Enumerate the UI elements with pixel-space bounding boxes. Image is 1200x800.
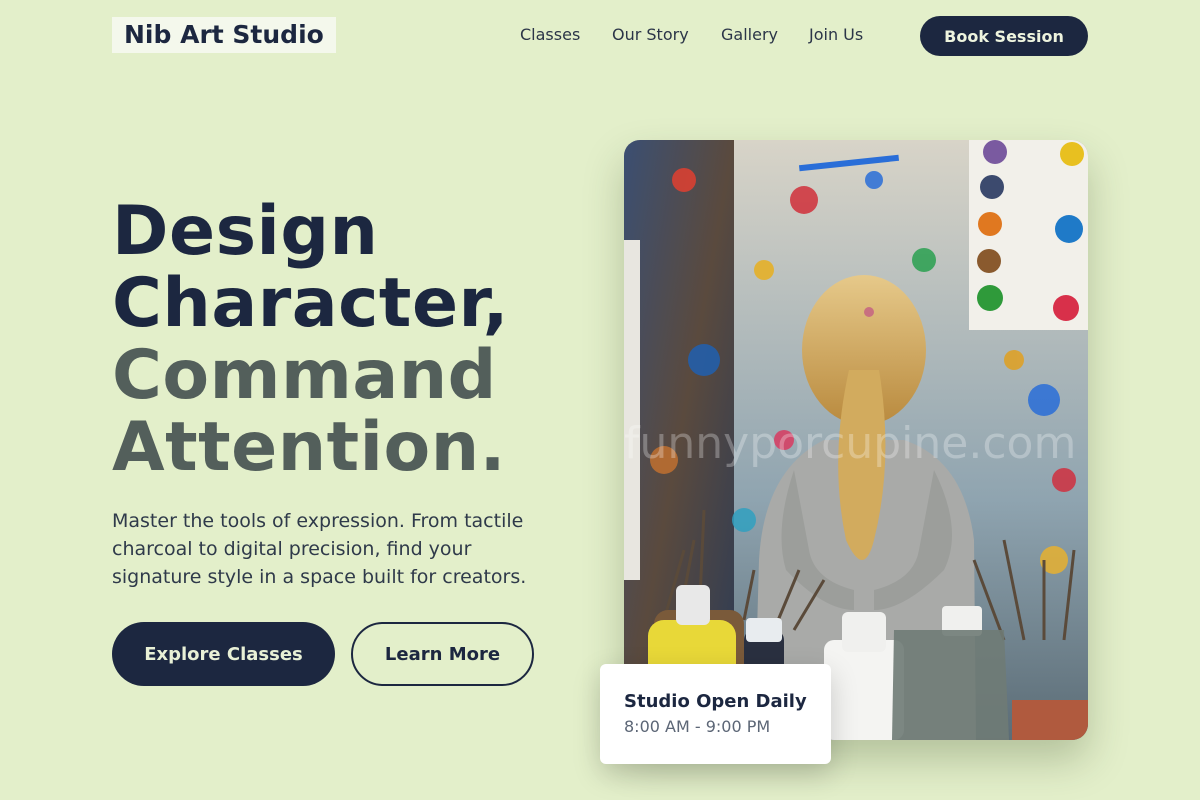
explore-classes-button[interactable]: Explore Classes xyxy=(112,622,335,686)
brand-logo[interactable]: Nib Art Studio xyxy=(112,17,336,53)
painting-studio-illustration: funnyporcupine.com xyxy=(624,140,1088,740)
hours-card-title: Studio Open Daily xyxy=(624,691,807,712)
learn-more-button[interactable]: Learn More xyxy=(351,622,534,686)
site-header: Nib Art Studio Classes Our Story Gallery… xyxy=(0,0,1200,72)
nav-link-gallery[interactable]: Gallery xyxy=(721,25,778,45)
book-session-button[interactable]: Book Session xyxy=(920,16,1088,56)
nav-link-classes[interactable]: Classes xyxy=(520,25,580,45)
hero-headline: Design Character, Command Attention. xyxy=(112,196,509,484)
hero-subtitle: Master the tools of expression. From tac… xyxy=(112,510,527,588)
headline-line-3: Command xyxy=(112,336,497,415)
landing-page: Nib Art Studio Classes Our Story Gallery… xyxy=(0,0,1200,800)
nav-link-our-story[interactable]: Our Story xyxy=(612,25,689,45)
headline-line-4: Attention. xyxy=(112,408,506,487)
hero-photo: funnyporcupine.com xyxy=(624,140,1088,740)
headline-line-1: Design xyxy=(112,192,379,271)
nav-link-join-us[interactable]: Join Us xyxy=(809,25,863,45)
headline-line-2: Character, xyxy=(112,264,509,343)
hours-card-time: 8:00 AM - 9:00 PM xyxy=(624,717,771,736)
photo-watermark: funnyporcupine.com xyxy=(624,418,1076,469)
studio-hours-card: Studio Open Daily 8:00 AM - 9:00 PM xyxy=(600,664,831,764)
